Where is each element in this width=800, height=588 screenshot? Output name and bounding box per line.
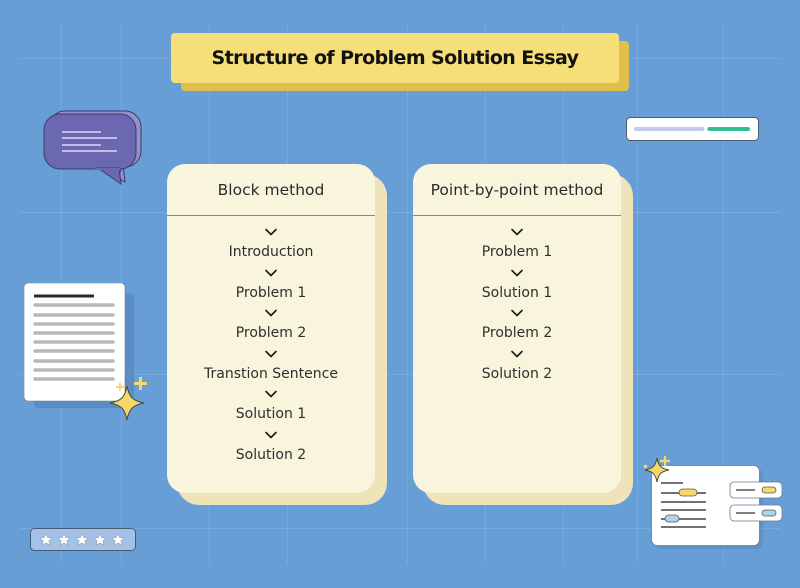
- chevron-down-icon: [265, 346, 277, 362]
- step-item: Solution 1: [236, 386, 306, 427]
- step-item: Problem 1: [235, 265, 307, 306]
- chevron-down-icon: [511, 346, 523, 362]
- chevron-down-icon: [265, 427, 277, 443]
- step-label: Solution 1: [481, 284, 553, 301]
- step-label: Solution 1: [235, 406, 307, 422]
- sparkle-icon: [115, 376, 125, 395]
- step-item: Solution 2: [482, 346, 552, 387]
- progress-bar-icon: [626, 117, 760, 147]
- chevron-down-icon: [265, 305, 277, 321]
- chevron-down-icon: [511, 224, 523, 240]
- card-body: Point-by-point method Problem 1 Solution …: [413, 164, 621, 493]
- speech-bubble-icon: [43, 108, 145, 190]
- grid-line: [407, 24, 408, 564]
- block-method-card: Block method Introduction Problem 1 Proble…: [167, 164, 387, 505]
- step-item: Introduction: [228, 224, 314, 265]
- step-item: Problem 2: [235, 305, 307, 346]
- star-rating: [30, 528, 137, 556]
- step-list: Introduction Problem 1 Problem 2 Transtion …: [167, 216, 375, 467]
- step-item: Transtion Sentence: [204, 346, 338, 387]
- step-label: Problem 2: [235, 325, 307, 341]
- point-by-point-method-card: Point-by-point method Problem 1 Solution …: [413, 164, 633, 505]
- step-list: Problem 1 Solution 1 Problem 2 Solution 2: [413, 216, 621, 386]
- card-heading: Point-by-point method: [413, 164, 621, 216]
- grid-line: [637, 24, 638, 564]
- step-item: Solution 1: [482, 265, 552, 306]
- title-box: Structure of Problem Solution Essay: [171, 33, 619, 83]
- card-body: Block method Introduction Problem 1 Proble…: [167, 164, 375, 493]
- step-item: Solution 2: [236, 427, 306, 468]
- grid-line: [20, 212, 780, 213]
- page-title: Structure of Problem Solution Essay: [211, 47, 579, 69]
- step-item: Problem 2: [481, 305, 553, 346]
- step-label: Solution 2: [481, 365, 553, 382]
- card-heading: Block method: [167, 164, 375, 216]
- title-banner: Structure of Problem Solution Essay: [171, 33, 629, 91]
- chevron-down-icon: [265, 386, 277, 402]
- chevron-down-icon: [265, 265, 277, 281]
- step-label: Problem 1: [481, 244, 553, 260]
- form-sliders-icon: [651, 465, 786, 554]
- chevron-down-icon: [511, 265, 523, 281]
- step-item: Problem 1: [481, 224, 553, 265]
- step-label: Transtion Sentence: [204, 365, 338, 382]
- sparkle-icon: [133, 375, 148, 394]
- sparkle-icon: [643, 454, 648, 473]
- sparkle-icon: [659, 451, 671, 470]
- chevron-down-icon: [511, 305, 523, 321]
- step-label: Solution 2: [235, 446, 307, 463]
- step-label: Problem 2: [481, 325, 553, 341]
- step-label: Problem 1: [235, 284, 307, 301]
- chevron-down-icon: [265, 224, 277, 240]
- step-label: Introduction: [228, 244, 314, 260]
